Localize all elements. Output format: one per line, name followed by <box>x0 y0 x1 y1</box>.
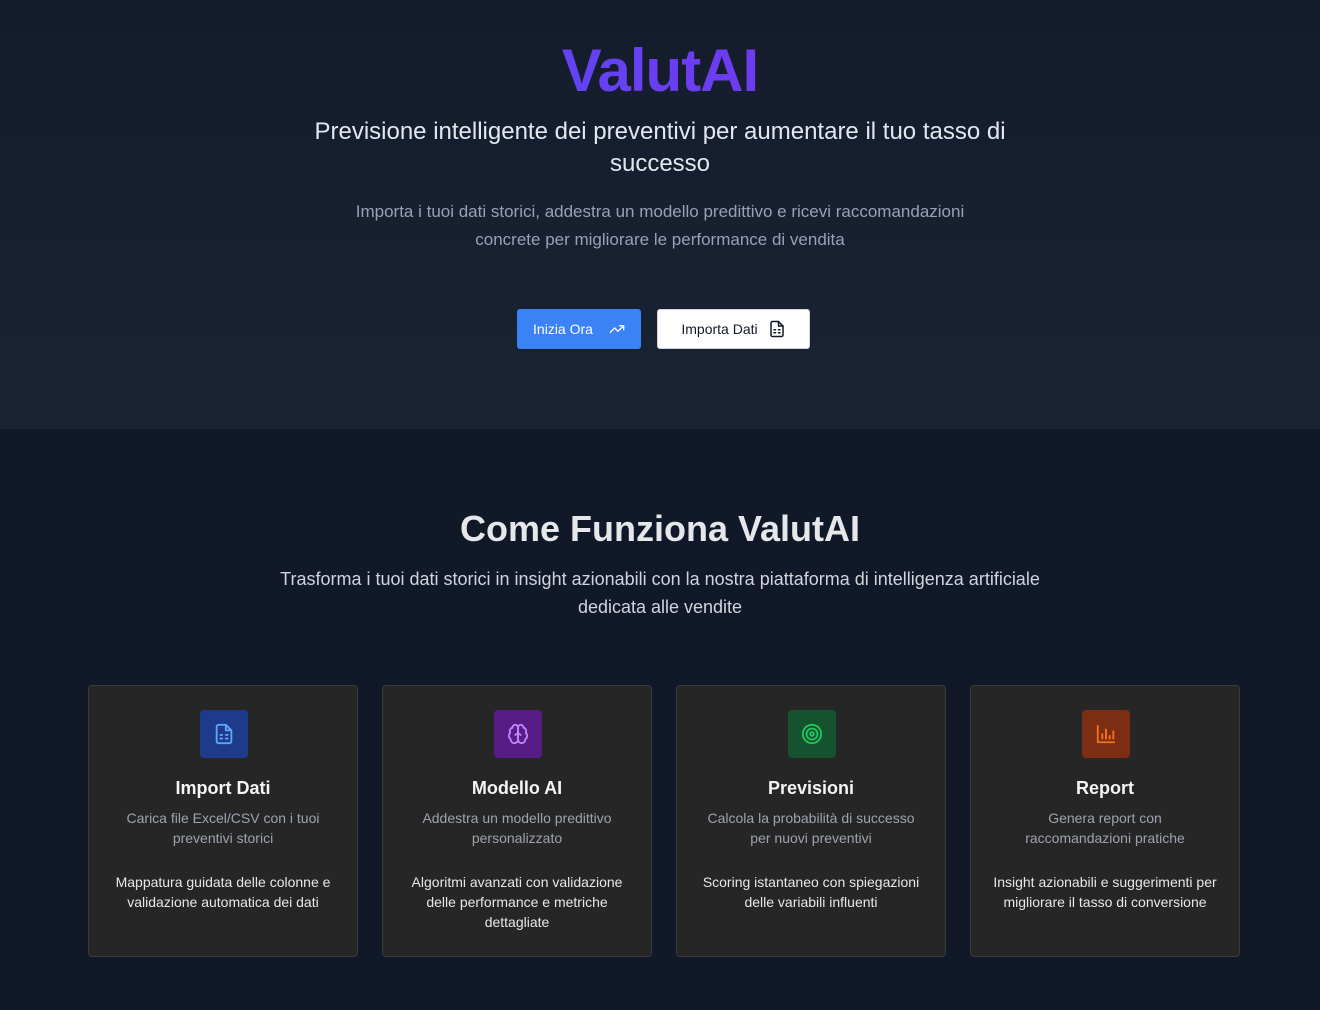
card-detail: Mappatura guidata delle colonne e valida… <box>115 874 331 910</box>
brand-title: ValutAI <box>0 38 1320 104</box>
trending-up-icon <box>609 321 625 337</box>
card-title: Report <box>1076 778 1134 798</box>
bar-chart-icon <box>1082 710 1130 758</box>
import-data-label: Importa Dati <box>681 321 758 337</box>
how-it-works-section: Come Funziona ValutAI Trasforma i tuoi d… <box>0 429 1320 1010</box>
hero-tagline: Previsione intelligente dei preventivi p… <box>314 118 1006 177</box>
card-detail: Algoritmi avanzati con validazione delle… <box>411 874 623 930</box>
feature-card-report: Report Genera report con raccomandazioni… <box>970 685 1240 957</box>
card-detail: Insight azionabili e suggerimenti per mi… <box>993 874 1217 910</box>
card-title: Modello AI <box>471 778 563 798</box>
feature-card-model: Modello AI Addestra un modello predittiv… <box>382 685 652 957</box>
target-icon <box>788 710 836 758</box>
hero-intro: Importa i tuoi dati storici, addestra un… <box>355 202 965 249</box>
card-description: Genera report con raccomandazioni pratic… <box>1025 810 1185 846</box>
feature-card-predictions: Previsioni Calcola la probabilità di suc… <box>676 685 946 957</box>
feature-card-import: Import Dati Carica file Excel/CSV con i … <box>88 685 358 957</box>
card-description: Addestra un modello predittivo personali… <box>422 810 612 846</box>
file-spreadsheet-icon <box>200 710 248 758</box>
card-description: Carica file Excel/CSV con i tuoi prevent… <box>126 810 320 846</box>
card-description: Calcola la probabilità di successo per n… <box>707 810 915 846</box>
card-title: Import Dati <box>175 778 271 798</box>
card-detail: Scoring istantaneo con spiegazioni delle… <box>702 874 920 910</box>
hero-section: ValutAI Previsione intelligente dei prev… <box>0 0 1320 429</box>
section-subtitle: Trasforma i tuoi dati storici in insight… <box>280 569 1040 617</box>
file-spreadsheet-icon <box>768 320 786 338</box>
card-title: Previsioni <box>767 778 855 798</box>
import-data-button[interactable]: Importa Dati <box>657 309 810 349</box>
section-title: Come Funziona ValutAI <box>459 508 861 549</box>
brain-icon <box>494 710 542 758</box>
start-now-label: Inizia Ora <box>533 321 593 337</box>
start-now-button[interactable]: Inizia Ora <box>517 309 641 349</box>
